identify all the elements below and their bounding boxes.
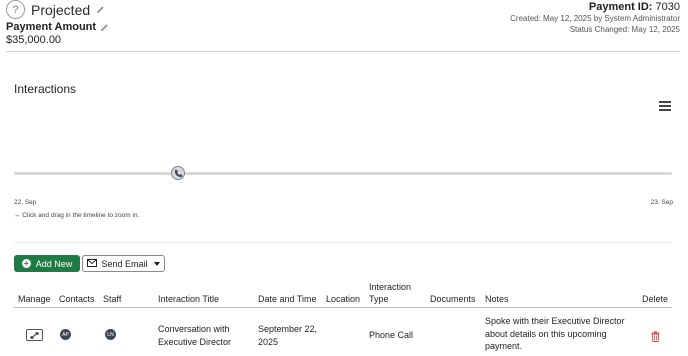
trash-icon[interactable] bbox=[651, 329, 660, 342]
plus-circle-icon: + bbox=[21, 259, 31, 268]
send-email-label: Send Email bbox=[101, 258, 148, 269]
chevron-down-icon bbox=[153, 261, 160, 266]
col-header-type: Interaction Type bbox=[369, 281, 411, 305]
interaction-title-cell[interactable]: Conversation with Executive Director bbox=[158, 323, 231, 348]
interaction-type-cell: Phone Call bbox=[369, 330, 414, 340]
col-header-type-line1: Interaction bbox=[369, 282, 412, 292]
edit-status-pencil-icon[interactable] bbox=[96, 5, 105, 14]
status-text: Projected bbox=[31, 1, 91, 18]
question-circle-icon: ? bbox=[6, 0, 25, 19]
col-header-notes: Notes bbox=[485, 294, 509, 304]
notes-cell: Spoke with their Executive Director abou… bbox=[485, 315, 625, 353]
chart-menu-icon[interactable] bbox=[659, 101, 671, 111]
col-header-type-line2: Type bbox=[369, 294, 389, 304]
phone-icon[interactable] bbox=[171, 166, 185, 180]
add-new-button[interactable]: + Add New bbox=[14, 255, 80, 272]
col-header-title: Interaction Title bbox=[158, 294, 220, 304]
col-header-documents: Documents bbox=[430, 294, 476, 304]
expand-icon[interactable] bbox=[26, 329, 43, 341]
col-header-staff: Staff bbox=[103, 294, 122, 304]
col-header-contacts: Contacts bbox=[59, 294, 95, 304]
interaction-title-line2: Executive Director bbox=[158, 336, 232, 347]
date-line1: September 22, bbox=[258, 324, 318, 334]
panel-divider bbox=[14, 242, 672, 243]
staff-avatar[interactable]: LN bbox=[105, 329, 116, 340]
created-info: Created: May 12, 2025 by System Administ… bbox=[510, 14, 680, 23]
edit-amount-pencil-icon[interactable] bbox=[100, 23, 109, 32]
date-line2: 2025 bbox=[258, 336, 279, 347]
send-email-button[interactable]: Send Email bbox=[82, 255, 165, 272]
envelope-icon bbox=[87, 258, 98, 269]
payment-meta: Payment ID: 7030 Created: May 12, 2025 b… bbox=[510, 1, 680, 35]
col-header-location: Location bbox=[326, 294, 361, 304]
header-divider bbox=[6, 51, 680, 52]
notes-line1: Spoke with their Executive Director bbox=[485, 316, 625, 326]
interactions-title: Interactions bbox=[14, 82, 77, 96]
contact-avatar[interactable]: AP bbox=[60, 329, 71, 340]
timeline-track[interactable] bbox=[14, 172, 672, 175]
interaction-title-line1: Conversation with bbox=[158, 324, 230, 334]
payment-id: Payment ID: 7030 bbox=[510, 1, 680, 14]
payment-status: ? Projected bbox=[6, 0, 105, 19]
timeline-zoom-hint: ↔ Click and drag in the timeline to zoom… bbox=[14, 212, 140, 219]
add-new-label: Add New bbox=[35, 258, 73, 269]
timeline-end-label: 23. Sep bbox=[650, 199, 673, 206]
timeline-start-label: 22. Sep bbox=[14, 199, 37, 206]
payment-amount-label: Payment Amount bbox=[6, 21, 97, 33]
col-header-manage: Manage bbox=[18, 294, 51, 304]
col-header-datetime: Date and Time bbox=[258, 294, 317, 304]
payment-id-value: 7030 bbox=[655, 1, 680, 13]
col-header-delete: Delete bbox=[642, 294, 669, 304]
date-time-cell: September 22, 2025 bbox=[258, 323, 317, 348]
payment-amount-label-row: Payment Amount bbox=[6, 21, 109, 33]
notes-line2: about details on this upcoming bbox=[485, 328, 607, 339]
table-header-divider bbox=[14, 307, 672, 308]
status-changed-info: Status Changed: May 12, 2025 bbox=[569, 24, 680, 34]
payment-id-label: Payment ID: bbox=[588, 1, 653, 13]
notes-line3: payment. bbox=[485, 341, 523, 351]
payment-amount-value: $35,000.00 bbox=[6, 34, 62, 46]
